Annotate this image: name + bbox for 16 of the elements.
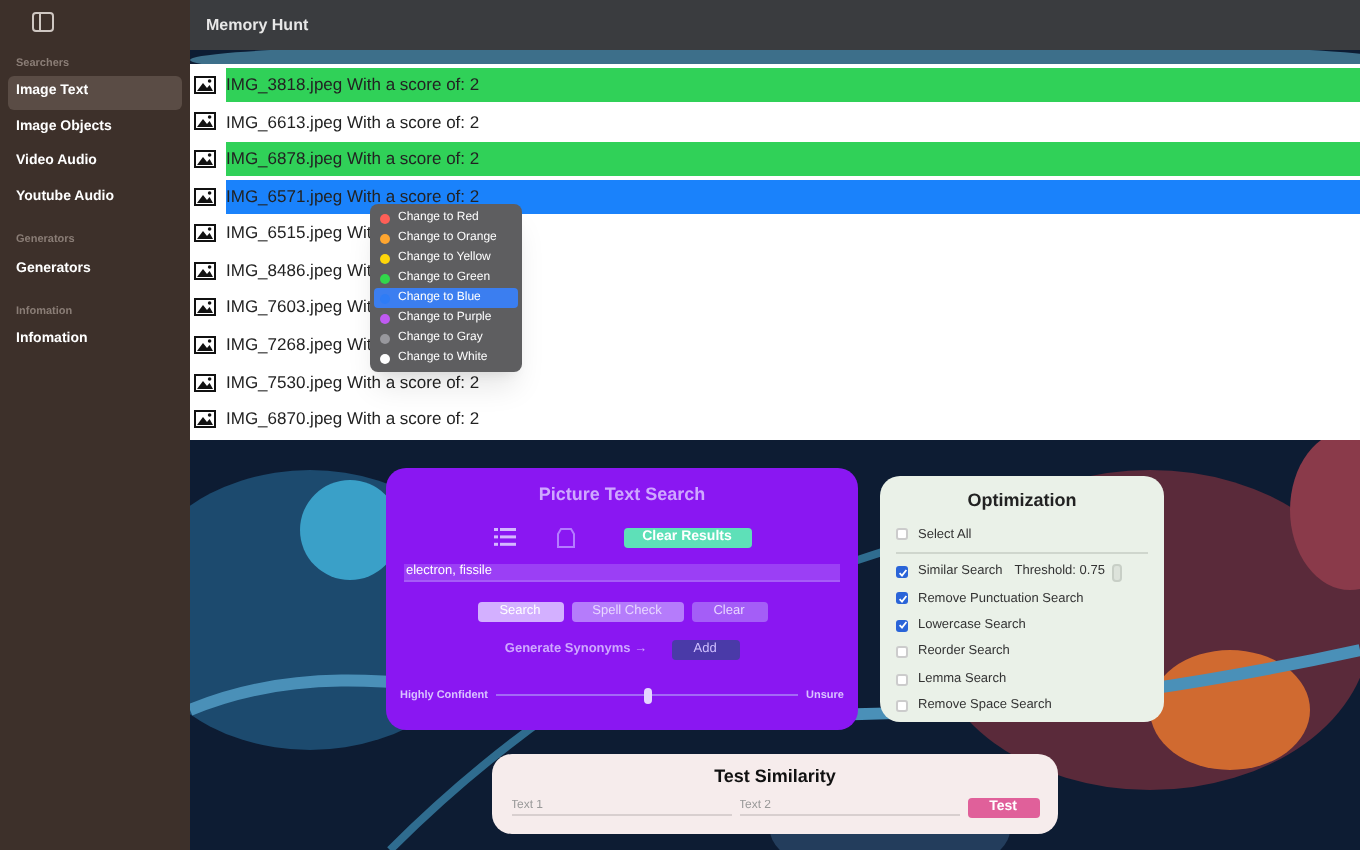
checkbox[interactable] — [896, 528, 908, 541]
box-icon[interactable] — [555, 527, 575, 547]
panel-title: Picture Text Search — [538, 482, 706, 508]
confidence-slider[interactable] — [496, 687, 799, 704]
result-row[interactable]: IMG_6571.jpeg With a score of: 2 — [226, 179, 1360, 214]
result-row[interactable]: IMG_6878.jpeg With a score of: 2 — [226, 141, 1360, 176]
panel-title: Optimization — [967, 488, 1077, 514]
checkbox[interactable] — [896, 673, 908, 685]
list-icon[interactable] — [493, 528, 515, 546]
slider-thumb[interactable] — [643, 687, 652, 704]
checkbox[interactable] — [896, 699, 908, 712]
result-row[interactable]: IMG_3818.jpeg With a score of: 2 — [226, 67, 1360, 102]
checkbox[interactable] — [896, 646, 908, 659]
sidebar-toggle-icon[interactable] — [32, 12, 54, 32]
window-title: Memory Hunt — [206, 13, 309, 37]
panel-title: Test Similarity — [714, 764, 836, 790]
